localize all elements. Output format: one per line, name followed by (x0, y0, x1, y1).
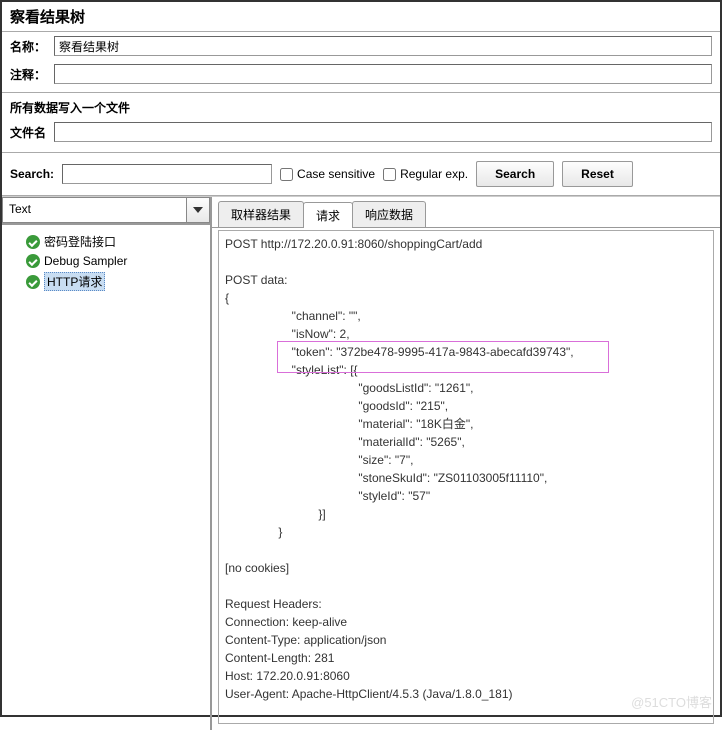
reset-button[interactable]: Reset (562, 161, 633, 187)
search-bar: Search: Case sensitive Regular exp. Sear… (2, 152, 720, 196)
view-selector-dropdown[interactable] (186, 197, 210, 223)
main-split: Text 密码登陆接口 Debug Sampler HTTP请求 取样器结果 请… (2, 196, 720, 730)
results-tree: 密码登陆接口 Debug Sampler HTTP请求 (2, 225, 210, 730)
left-panel: Text 密码登陆接口 Debug Sampler HTTP请求 (2, 197, 212, 730)
view-selector-value: Text (2, 197, 186, 223)
regex-checkbox[interactable] (383, 168, 396, 181)
token-highlight (277, 341, 609, 373)
view-selector: Text (2, 197, 210, 225)
file-section-header: 所有数据写入一个文件 (2, 92, 720, 118)
search-input[interactable] (62, 164, 272, 184)
tab-request[interactable]: 请求 (303, 202, 353, 228)
request-content[interactable]: POST http://172.20.0.91:8060/shoppingCar… (218, 230, 714, 724)
name-row: 名称： (2, 32, 720, 60)
filename-input[interactable] (54, 122, 712, 142)
case-sensitive-wrap: Case sensitive (280, 167, 375, 181)
comment-input[interactable] (54, 64, 712, 84)
name-label: 名称： (10, 38, 50, 55)
search-button[interactable]: Search (476, 161, 554, 187)
comment-row: 注释： (2, 60, 720, 88)
success-icon (26, 275, 40, 289)
success-icon (26, 235, 40, 249)
search-label: Search: (10, 167, 54, 181)
regex-label: Regular exp. (400, 167, 468, 181)
watermark: @51CTO博客 (631, 692, 712, 711)
name-input[interactable] (54, 36, 712, 56)
tab-response-data[interactable]: 响应数据 (352, 201, 426, 227)
tree-node[interactable]: Debug Sampler (6, 252, 206, 270)
case-sensitive-label: Case sensitive (297, 167, 375, 181)
chevron-down-icon (193, 207, 203, 213)
tree-node-label: 密码登陆接口 (44, 233, 116, 250)
regex-wrap: Regular exp. (383, 167, 468, 181)
tab-sampler-result[interactable]: 取样器结果 (218, 201, 304, 227)
success-icon (26, 254, 40, 268)
filename-label: 文件名 (10, 124, 50, 141)
window-title: 察看结果树 (2, 2, 720, 32)
filename-row: 文件名 (2, 118, 720, 146)
case-sensitive-checkbox[interactable] (280, 168, 293, 181)
tree-node-label: Debug Sampler (44, 254, 127, 268)
tree-node[interactable]: HTTP请求 (6, 270, 206, 293)
comment-label: 注释： (10, 66, 50, 83)
tree-node[interactable]: 密码登陆接口 (6, 231, 206, 252)
tree-node-label: HTTP请求 (44, 272, 105, 291)
detail-tabs: 取样器结果 请求 响应数据 (212, 197, 720, 228)
right-panel: 取样器结果 请求 响应数据 POST http://172.20.0.91:80… (212, 197, 720, 730)
